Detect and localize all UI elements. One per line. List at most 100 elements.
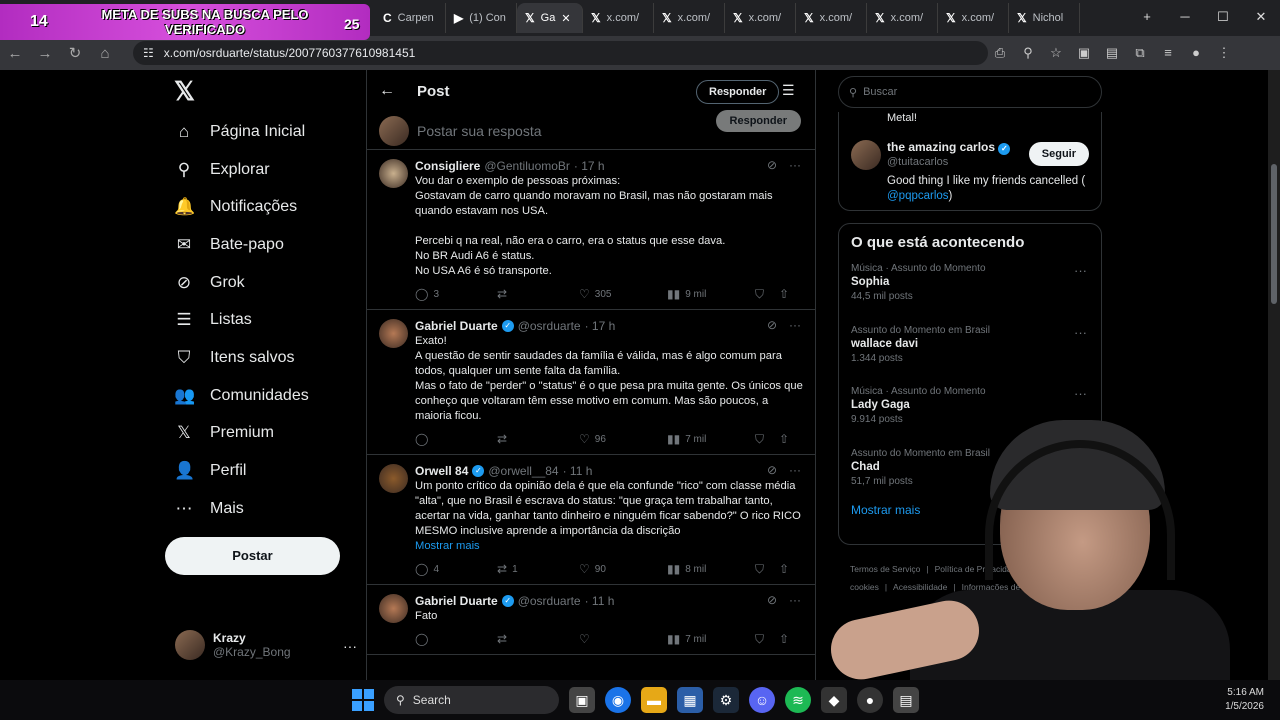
extensions-icon[interactable]: ⧉ [1130, 41, 1150, 65]
nav-item-listas[interactable]: ☰ Listas [165, 301, 365, 339]
zoom-icon[interactable]: ⚲ [1018, 41, 1038, 65]
nav-item-bate-papo[interactable]: ✉ Bate-papo [165, 226, 365, 264]
author-name[interactable]: Consigliere [415, 159, 480, 173]
steam-icon[interactable]: ⚙ [713, 687, 739, 713]
more-icon[interactable]: ··· [1074, 263, 1087, 278]
scrollbar-thumb[interactable] [1271, 164, 1277, 304]
more-icon[interactable]: ··· [789, 463, 801, 477]
reply-button[interactable]: ◯ 3 [415, 287, 439, 301]
more-icon[interactable]: ··· [789, 158, 801, 172]
reply-tweet[interactable]: Consigliere @GentiluomoBr · 17 h ⊘ ··· Vou da… [367, 150, 815, 310]
share-button[interactable]: ⇧ [779, 287, 789, 301]
new-tab-icon[interactable]: + [1128, 0, 1166, 34]
minimize-icon[interactable]: ─ [1166, 0, 1204, 34]
nav-item-itens-salvos[interactable]: ⛉ Itens salvos [165, 339, 365, 377]
tweet-time[interactable]: · 17 h [585, 319, 616, 333]
reply-input[interactable]: Postar sua resposta [417, 123, 542, 139]
browser-menu-icon[interactable]: ⋮ [1214, 41, 1234, 65]
grok-icon[interactable]: ⊘ [767, 463, 777, 477]
nav-item-premium[interactable]: 𝕏 Premium [165, 415, 365, 453]
reply-tweet[interactable]: Gabriel Duarte ✓ @osrduarte · 11 h ⊘ ··· Fato ◯… [367, 585, 815, 655]
bookmark-button[interactable]: ⛉ [755, 287, 764, 302]
bookmark-button[interactable]: ⛉ [755, 632, 764, 647]
views-button[interactable]: ▮▮ 7 mil [667, 432, 706, 446]
repost-button[interactable]: ⇄ [497, 287, 512, 301]
start-icon[interactable] [352, 689, 374, 711]
app-icon[interactable]: ◆ [821, 687, 847, 713]
nav-item-comunidades[interactable]: 👥 Comunidades [165, 377, 365, 415]
author-handle[interactable]: @osrduarte [518, 319, 581, 333]
avatar[interactable] [379, 159, 408, 188]
search-input[interactable]: ⚲ Buscar [838, 76, 1102, 108]
nav-item-grok[interactable]: ⊘ Grok [165, 264, 365, 302]
back-arrow-icon[interactable]: ← [379, 82, 395, 100]
discord-icon[interactable]: ☺ [749, 687, 775, 713]
grok-icon[interactable]: ⊘ [767, 158, 777, 172]
more-icon[interactable]: ··· [789, 318, 801, 332]
author-handle[interactable]: @orwell__84 [488, 464, 558, 478]
tweet-time[interactable]: · 11 h [563, 464, 593, 478]
avatar[interactable] [379, 464, 408, 493]
profile-avatar-icon[interactable]: ● [1186, 41, 1206, 65]
repost-button[interactable]: ⇄ [497, 632, 512, 646]
share-button[interactable]: ⇧ [779, 632, 789, 646]
repost-button[interactable]: ⇄ 1 [497, 562, 518, 576]
x-logo-icon[interactable]: 𝕏 [174, 76, 365, 107]
browser-tab[interactable]: 𝕏x.com/ [867, 3, 938, 33]
show-more-link[interactable]: Mostrar mais [415, 539, 803, 554]
like-button[interactable]: ♡ 90 [579, 562, 606, 576]
more-icon[interactable]: ··· [1074, 386, 1087, 401]
avatar[interactable] [379, 319, 408, 348]
more-icon[interactable]: ··· [1074, 325, 1087, 340]
more-icon[interactable]: ··· [789, 593, 801, 607]
like-button[interactable]: ♡ 96 [579, 432, 606, 446]
site-info-icon[interactable]: ☷ [143, 46, 154, 60]
author-handle[interactable]: @osrduarte [518, 594, 581, 608]
author-name[interactable]: Orwell 84 [415, 464, 468, 478]
browser-tab[interactable]: 𝕏x.com/ [583, 3, 654, 33]
browser-tab[interactable]: 𝕏x.com/ [725, 3, 796, 33]
reply-button[interactable]: ◯ [415, 632, 433, 646]
bookmark-star-icon[interactable]: ☆ [1046, 41, 1066, 65]
bookmark-button[interactable]: ⛉ [755, 432, 764, 447]
reply-button[interactable]: ◯ [415, 432, 433, 446]
home-browser-icon[interactable]: ⌂ [90, 45, 120, 62]
system-clock[interactable]: 5:16 AM 1/5/2026 [1225, 686, 1264, 714]
repost-button[interactable]: ⇄ [497, 432, 512, 446]
nav-item-perfil[interactable]: 👤 Perfil [165, 452, 365, 490]
back-icon[interactable]: ← [0, 45, 30, 62]
tweet-time[interactable]: · 11 h [585, 594, 615, 608]
reply-tweet[interactable]: Gabriel Duarte ✓ @osrduarte · 17 h ⊘ ··· Exato… [367, 310, 815, 455]
sliders-icon[interactable]: ☰ [782, 82, 795, 99]
like-button[interactable]: ♡ 305 [579, 287, 611, 301]
browser-tab[interactable]: 𝕏x.com/ [796, 3, 867, 33]
obs-icon[interactable]: ● [857, 687, 883, 713]
browser-tab[interactable]: ▶ (1) Con [446, 3, 517, 33]
spotify-icon[interactable]: ≋ [785, 687, 811, 713]
store-icon[interactable]: ▦ [677, 687, 703, 713]
account-switcher[interactable]: Krazy @Krazy_Bong ··· [175, 630, 357, 660]
media-control-icon[interactable]: ≡ [1158, 41, 1178, 65]
reply-button[interactable]: ◯ 4 [415, 562, 439, 576]
close-window-icon[interactable]: ✕ [1242, 0, 1280, 34]
tab-close-icon[interactable]: ✕ [561, 12, 570, 25]
bookmark-button[interactable]: ⛉ [755, 562, 764, 577]
browser-tab[interactable]: 𝕏 Ga ✕ [517, 3, 583, 33]
reply-tweet[interactable]: Orwell 84 ✓ @orwell__84 · 11 h ⊘ ··· Um ponto … [367, 455, 815, 585]
forward-icon[interactable]: → [30, 45, 60, 62]
extension-b-icon[interactable]: ▤ [1102, 41, 1122, 65]
chrome-icon[interactable]: ◉ [605, 687, 631, 713]
taskbar-search[interactable]: ⚲ Search [384, 686, 559, 714]
app-grid-icon[interactable]: ▤ [893, 687, 919, 713]
nav-item-explorar[interactable]: ⚲ Explorar [165, 151, 365, 189]
page-scrollbar[interactable] [1268, 70, 1280, 710]
grok-icon[interactable]: ⊘ [767, 593, 777, 607]
bio-mention-link[interactable]: @pqpcarlos [887, 190, 949, 202]
nav-item-mais[interactable]: ⋯ Mais [165, 490, 365, 528]
task-view-icon[interactable]: ▣ [569, 687, 595, 713]
address-bar[interactable]: ☷ x.com/osrduarte/status/200776037761098… [133, 41, 988, 65]
share-button[interactable]: ⇧ [779, 562, 789, 576]
post-button[interactable]: Postar [165, 537, 340, 575]
trend-item[interactable]: Música · Assunto do Momento Sophia 44,5 mi… [839, 257, 1101, 319]
author-name[interactable]: Gabriel Duarte [415, 319, 498, 333]
